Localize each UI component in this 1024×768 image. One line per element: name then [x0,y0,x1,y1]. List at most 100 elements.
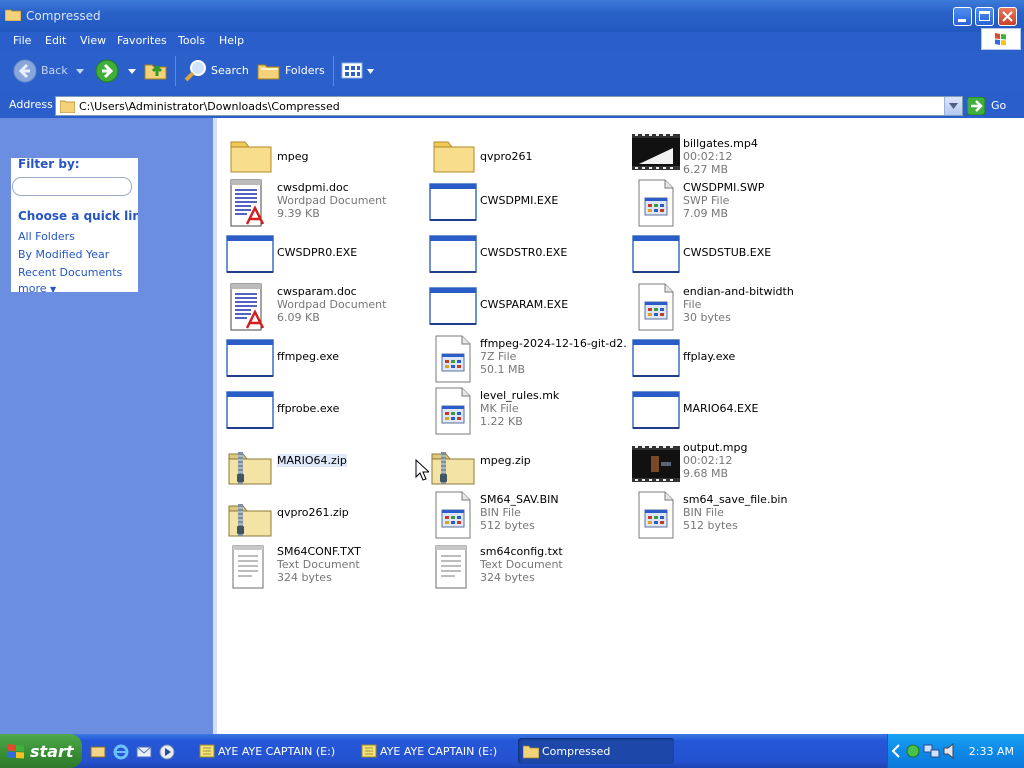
back-button[interactable]: Back [12,50,82,92]
chevron-down-icon: ▼ [50,285,57,292]
link-more[interactable]: more ▼ [18,282,56,292]
forward-dropdown-icon[interactable] [128,69,136,74]
file-item[interactable]: CWSDPR0.EXE [225,230,425,282]
go-button[interactable]: Go [967,96,1021,116]
exe-icon [226,339,274,377]
minimize-button[interactable] [953,7,972,26]
taskbar-button-drive-e[interactable]: AYE AYE CAPTAIN (E:) [194,738,350,764]
menu-help[interactable]: Help [219,34,244,47]
window-title: Compressed [26,9,101,23]
menu-favorites[interactable]: Favorites [117,34,167,47]
network-icon[interactable] [905,743,921,759]
taskbar-button-compressed[interactable]: Compressed [518,738,674,764]
file-item[interactable]: CWSDSTR0.EXE [428,230,628,282]
file-item[interactable]: qvpro261.zip [225,490,425,542]
file-item[interactable]: SM64CONF.TXT Text Document 324 bytes [225,542,425,594]
start-button[interactable]: start [0,734,82,768]
file-item[interactable]: MARIO64.zip [225,438,425,490]
folders-button[interactable]: Folders [257,50,325,92]
file-item[interactable]: endian-and-bitwidth File 30 bytes [631,282,831,334]
toolbar-separator [175,56,176,86]
file-type: Text Document [480,558,563,571]
outlook-express-icon[interactable] [136,744,152,760]
folder-icon [523,745,539,759]
drive-icon [361,744,377,758]
file-name: mpeg.zip [480,454,531,467]
filter-input[interactable] [12,177,132,196]
file-size: 30 bytes [683,311,731,324]
file-item[interactable]: mpeg [225,126,425,178]
file-name: endian-and-bitwidth [683,285,794,298]
file-item[interactable]: mpeg.zip [428,438,628,490]
mouse-cursor-icon [415,459,429,481]
file-item[interactable]: ffmpeg.exe [225,334,425,386]
file-item[interactable]: CWSDPMI.EXE [428,178,628,230]
close-button[interactable] [998,7,1017,26]
windows-logo-icon [981,28,1021,50]
exe-icon [632,339,680,377]
taskbar-button-drive-e[interactable]: AYE AYE CAPTAIN (E:) [356,738,512,764]
file-item[interactable]: ffplay.exe [631,334,831,386]
tray-expand-icon[interactable] [891,744,901,758]
file-size: 324 bytes [277,571,332,584]
volume-icon[interactable] [943,743,957,759]
windows-flag-icon [7,744,24,759]
show-desktop-icon[interactable] [90,744,106,760]
internet-explorer-icon[interactable] [113,744,129,760]
file-item[interactable]: sm64config.txt Text Document 324 bytes [428,542,628,594]
up-folder-button[interactable] [144,50,168,92]
file-type: 00:02:12 [683,150,733,163]
search-button[interactable]: Search [184,50,249,92]
menu-edit[interactable]: Edit [45,34,66,47]
maximize-button[interactable] [975,7,994,26]
file-item[interactable]: sm64_save_file.bin BIN File 512 bytes [631,490,831,542]
link-all-folders[interactable]: All Folders [18,230,75,243]
video-icon [631,445,681,483]
file-size: 6.09 KB [277,311,320,324]
menu-tools[interactable]: Tools [178,34,205,47]
file-name: CWSDPMI.SWP [683,181,765,194]
clock: 2:33 AM [968,745,1014,758]
back-dropdown-icon[interactable] [76,69,84,74]
file-item[interactable]: billgates.mp4 00:02:12 6.27 MB [631,126,831,178]
file-size: 7.09 MB [683,207,729,220]
link-recent-documents[interactable]: Recent Documents [18,266,122,279]
drive-icon [199,744,215,758]
menu-file[interactable]: File [13,34,31,47]
file-item[interactable]: ffmpeg-2024-12-16-git-d2... 7Z File 50.1… [428,334,628,386]
generic-file-icon [638,179,674,227]
network-connection-icon[interactable] [923,743,941,759]
generic-file-icon [638,283,674,331]
file-item[interactable]: CWSDSTUB.EXE [631,230,831,282]
generic-file-icon [435,387,471,435]
address-dropdown-button[interactable] [944,97,962,115]
file-item[interactable]: CWSPARAM.EXE [428,282,628,334]
file-item[interactable]: MARIO64.EXE [631,386,831,438]
file-item[interactable]: level_rules.mk MK File 1.22 KB [428,386,628,438]
toolbar-separator [333,56,334,86]
file-type: Wordpad Document [277,298,387,311]
title-bar[interactable]: Compressed [0,0,1024,32]
folder-icon [433,141,475,173]
file-item[interactable]: qvpro261 [428,126,628,178]
file-name: cwsparam.doc [277,285,357,298]
link-by-modified-year[interactable]: By Modified Year [18,248,109,261]
start-label: start [30,742,74,761]
file-item[interactable]: cwsdpmi.doc Wordpad Document 9.39 KB [225,178,425,230]
file-list[interactable]: mpeg qvpro261 billgates.mp4 00:02:12 6.2… [217,118,1024,734]
file-item[interactable]: output.mpg 00:02:12 9.68 MB [631,438,831,490]
file-type: 7Z File [480,350,517,363]
zip-folder-icon [228,503,272,537]
file-item[interactable]: SM64_SAV.BIN BIN File 512 bytes [428,490,628,542]
file-item[interactable]: ffprobe.exe [225,386,425,438]
address-input[interactable]: C:\Users\Administrator\Downloads\Compres… [55,96,963,116]
views-button[interactable] [341,50,375,92]
file-item[interactable]: CWSDPMI.SWP SWP File 7.09 MB [631,178,831,230]
menu-view[interactable]: View [80,34,106,47]
file-item[interactable]: cwsparam.doc Wordpad Document 6.09 KB [225,282,425,334]
generic-file-icon [435,491,471,539]
media-player-icon[interactable] [159,744,175,760]
address-path: C:\Users\Administrator\Downloads\Compres… [79,100,340,113]
forward-button[interactable] [94,50,122,92]
file-size: 512 bytes [480,519,535,532]
